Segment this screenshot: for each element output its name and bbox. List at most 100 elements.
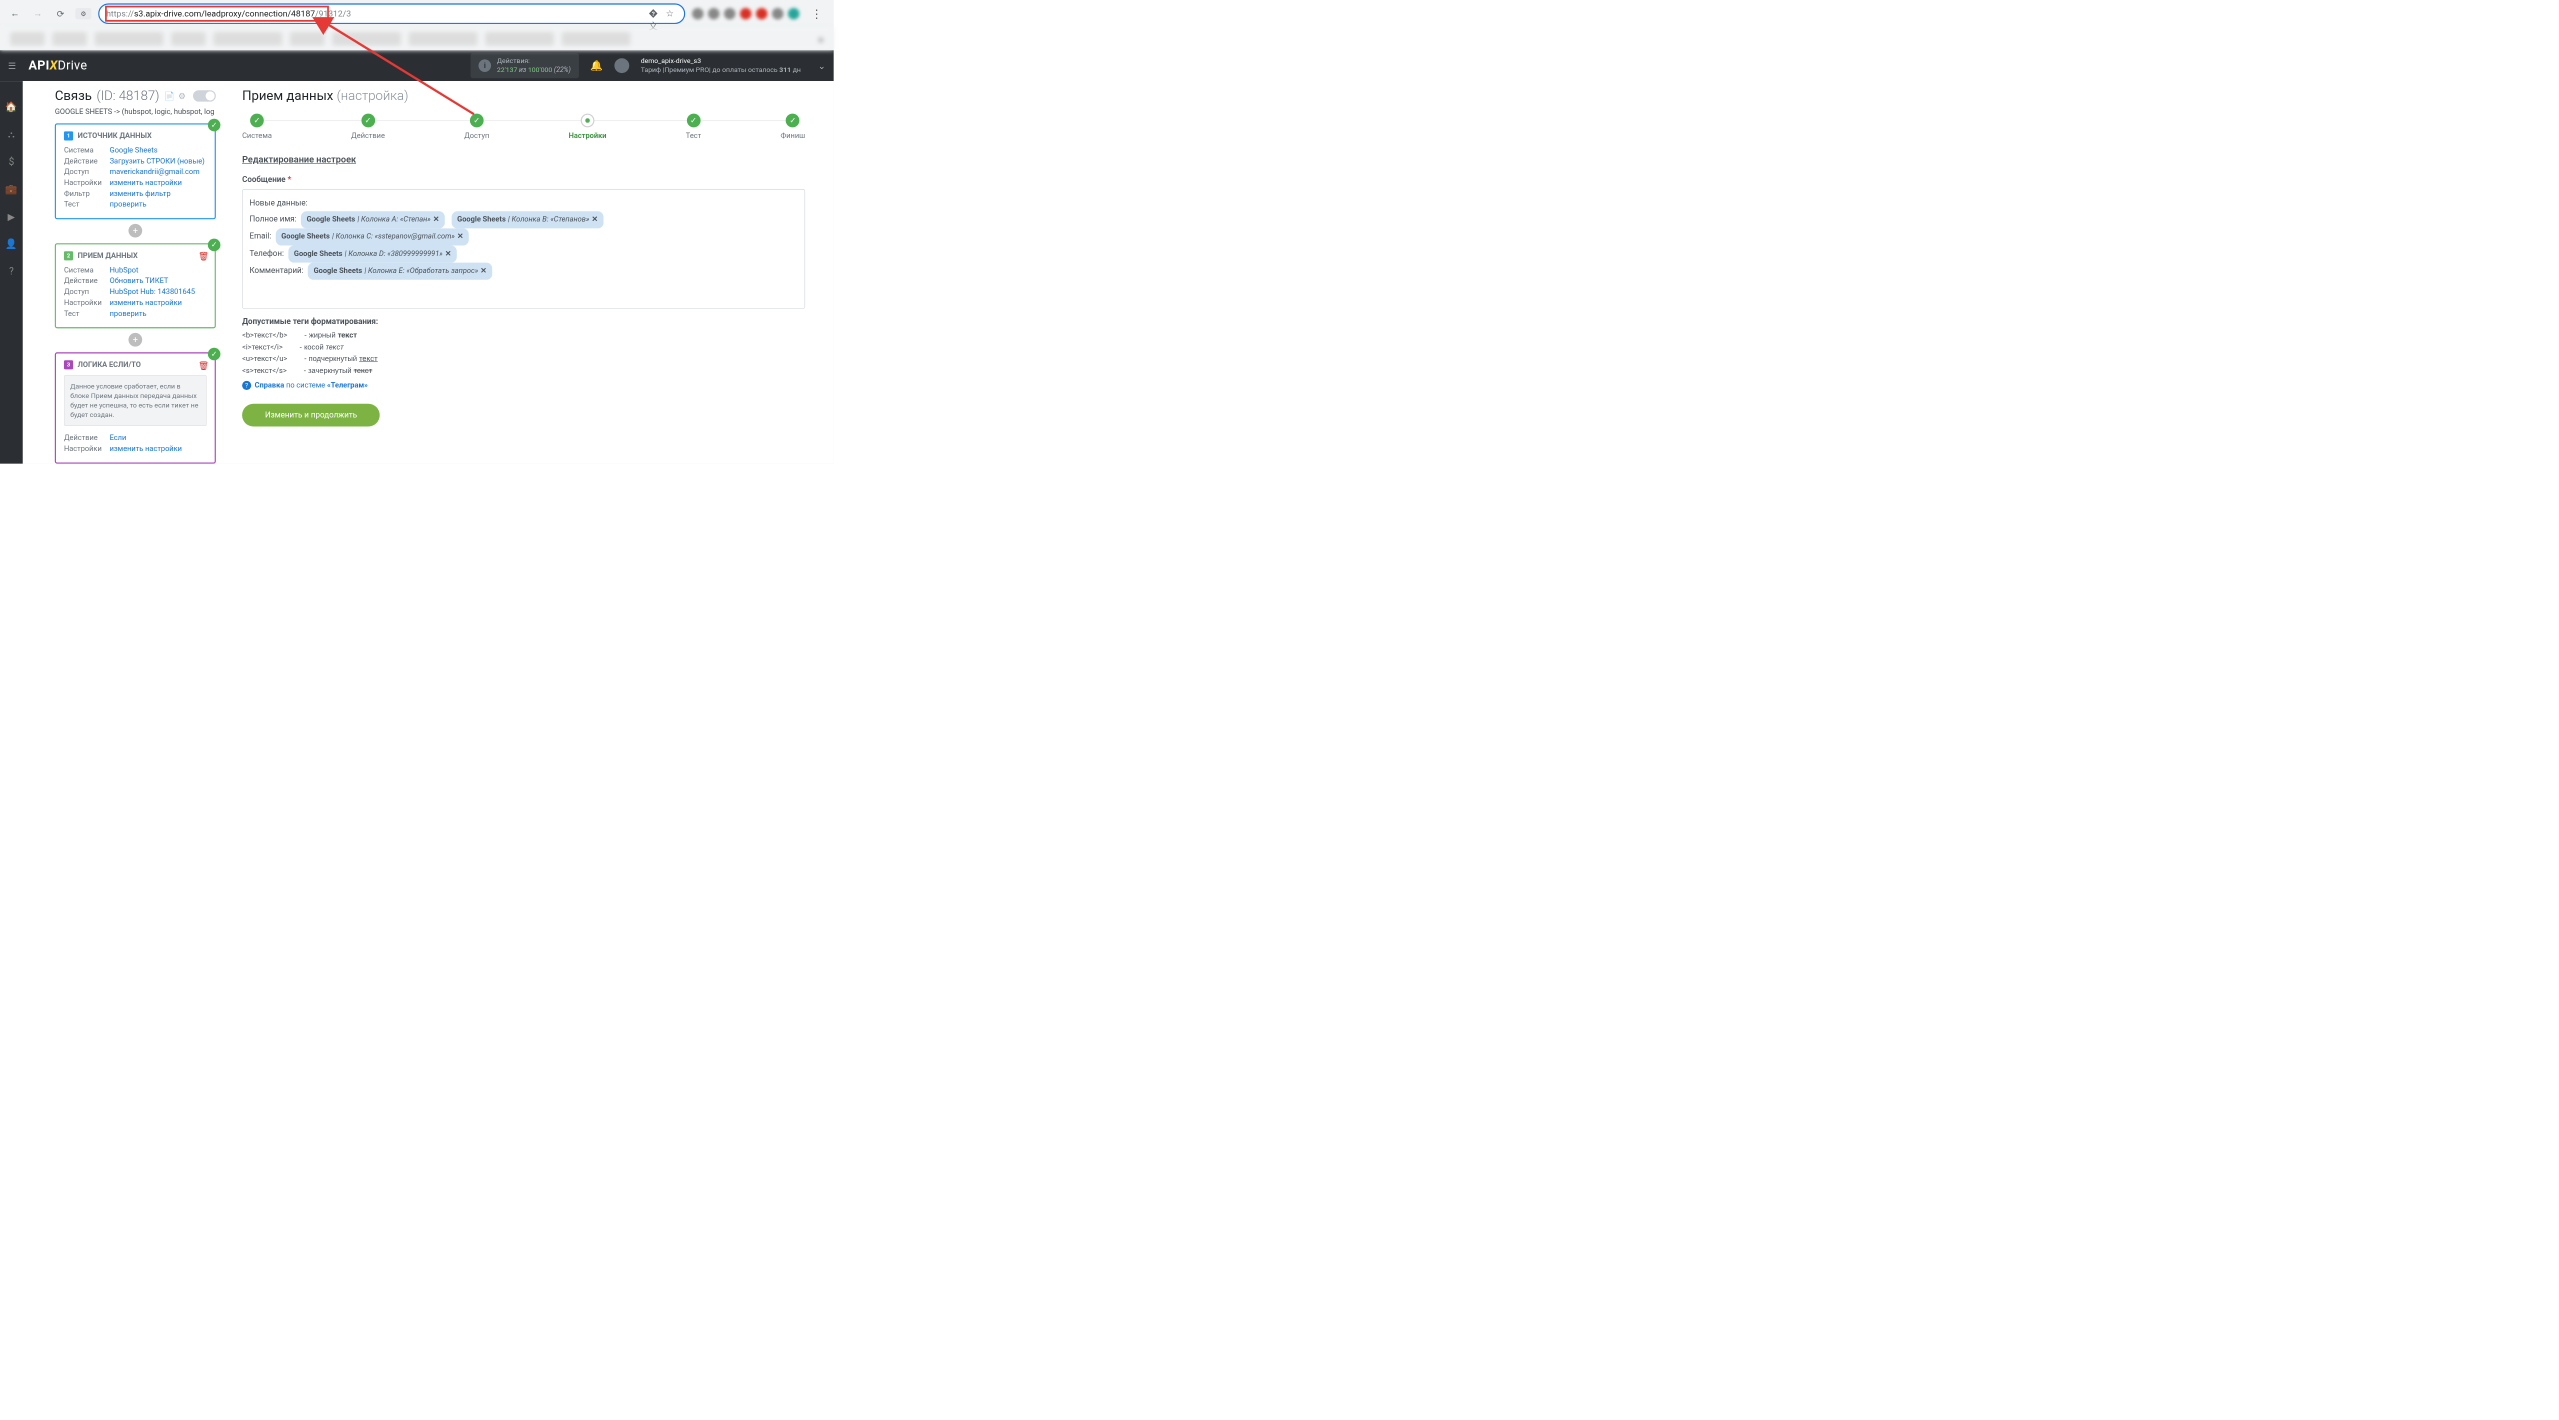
help-icon: ?	[242, 381, 251, 390]
card-link[interactable]: проверить	[110, 200, 147, 209]
remove-tag-icon[interactable]: ✕	[480, 264, 486, 279]
browser-menu-icon[interactable]: ⋮	[806, 7, 827, 21]
bookmarks-overflow-icon[interactable]: »	[818, 33, 823, 45]
delete-icon[interactable]: 🗑	[198, 251, 209, 261]
card-link[interactable]: HubSpot Hub: 143801645	[110, 288, 195, 297]
connection-title: Связь	[55, 88, 92, 103]
remove-tag-icon[interactable]: ✕	[457, 230, 463, 245]
variable-tag[interactable]: Google Sheets | Колонка B: «Степанов» ✕	[451, 211, 603, 228]
sidebar-panel: Связь (ID: 48187) 📄 ⚙ GOOGLE SHEETS -> (…	[23, 81, 229, 464]
bookmarks-bar: »	[0, 27, 834, 50]
step-Система[interactable]: ✓Система	[242, 114, 272, 141]
card-row: ДоступHubSpot Hub: 143801645	[64, 288, 207, 297]
connection-flow: GOOGLE SHEETS -> (hubspot, logic, hubspo…	[55, 108, 216, 117]
field-label: Сообщение *	[242, 175, 805, 184]
reload-button[interactable]: ⟳	[53, 6, 69, 22]
step-Настройки[interactable]: Настройки	[569, 114, 607, 141]
msg-line: Email: Google Sheets | Колонка C: «sstep…	[250, 228, 798, 245]
site-info-icon[interactable]: ⚙	[75, 8, 91, 19]
notifications-icon[interactable]: 🔔	[590, 60, 603, 72]
step-dot: ✓	[687, 114, 701, 128]
add-step-button[interactable]: +	[128, 333, 142, 347]
card-row: Настройкиизменить настройки	[64, 299, 207, 308]
card-link[interactable]: проверить	[110, 309, 147, 318]
card-link[interactable]: Google Sheets	[110, 146, 158, 155]
translate-icon[interactable]: �文	[649, 8, 660, 19]
card-link[interactable]: изменить настройки	[110, 179, 182, 188]
card-row: ДействиеЕсли	[64, 434, 207, 443]
card-row: Доступmaverickandrii@gmail.com	[64, 168, 207, 177]
billing-icon[interactable]: $	[9, 156, 14, 167]
msg-line: Полное имя: Google Sheets | Колонка A: «…	[250, 211, 798, 228]
address-bar[interactable]: https://s3.apix-drive.com/leadproxy/conn…	[98, 3, 685, 24]
logo[interactable]: APIXDrive	[29, 59, 88, 73]
variable-tag[interactable]: Google Sheets | Колонка D: «380999999991…	[288, 246, 457, 263]
remove-tag-icon[interactable]: ✕	[592, 212, 598, 227]
app-header: ☰ APIXDrive i Действия: 22'137 из 100'00…	[0, 50, 834, 81]
check-icon: ✓	[208, 119, 221, 132]
back-button[interactable]: ←	[7, 6, 23, 22]
step-Действие[interactable]: ✓Действие	[351, 114, 385, 141]
check-icon: ✓	[208, 239, 221, 252]
bookmark-star-icon[interactable]: ☆	[666, 8, 677, 19]
format-row: <s>текст</s> - зачеркнутый текст	[242, 365, 805, 377]
add-step-button[interactable]: +	[128, 224, 142, 238]
card-row: Фильтризменить фильтр	[64, 190, 207, 199]
hamburger-icon[interactable]: ☰	[8, 60, 22, 71]
remove-tag-icon[interactable]: ✕	[433, 212, 439, 227]
card-link[interactable]: Если	[110, 434, 127, 443]
avatar[interactable]	[614, 58, 629, 73]
step-Доступ[interactable]: ✓Доступ	[464, 114, 489, 141]
card-link[interactable]: изменить настройки	[110, 445, 182, 454]
step-Тест[interactable]: ✓Тест	[686, 114, 701, 141]
card-link[interactable]: maverickandrii@gmail.com	[110, 168, 200, 177]
remove-tag-icon[interactable]: ✕	[445, 247, 451, 262]
side-rail: 🏠 ⛬ $ 💼 ▶ 👤 ?	[0, 81, 23, 464]
help-link[interactable]: ? Справка по системе «Телеграм»	[242, 381, 805, 390]
actions-counter[interactable]: i Действия: 22'137 из 100'000 (22%)	[471, 53, 579, 78]
logic-card[interactable]: ✓ 🗑 3ЛОГИКА ЕСЛИ/ТО Данное условие срабо…	[55, 352, 216, 463]
video-icon[interactable]: ▶	[8, 211, 15, 222]
forward-button[interactable]: →	[30, 6, 46, 22]
home-icon[interactable]: 🏠	[5, 102, 17, 113]
card-row: СистемаHubSpot	[64, 266, 207, 275]
check-icon: ✓	[208, 348, 221, 361]
card-link[interactable]: Загрузить СТРОКИ (новые)	[110, 157, 205, 166]
destination-card[interactable]: ✓ 🗑 2ПРИЕМ ДАННЫХ СистемаHubSpotДействие…	[55, 243, 216, 328]
page-title: Прием данных (настройка)	[242, 88, 805, 103]
gear-icon[interactable]: ⚙	[178, 91, 186, 101]
message-editor[interactable]: Новые данные: Полное имя: Google Sheets …	[242, 189, 805, 309]
main-panel: Прием данных (настройка) ✓Система ✓Действ…	[228, 81, 833, 464]
format-row: <i>текст</i> - косой текст	[242, 341, 805, 353]
briefcase-icon[interactable]: 💼	[5, 184, 17, 195]
user-icon[interactable]: 👤	[5, 239, 17, 250]
connection-id: (ID: 48187)	[96, 88, 159, 103]
card-link[interactable]: HubSpot	[110, 266, 139, 275]
card-link[interactable]: изменить настройки	[110, 299, 182, 308]
card-link[interactable]: изменить фильтр	[110, 190, 171, 199]
msg-line: Телефон: Google Sheets | Колонка D: «380…	[250, 246, 798, 263]
connection-toggle[interactable]	[193, 90, 216, 101]
card-row: ДействиеОбновить ТИКЕТ	[64, 277, 207, 286]
variable-tag[interactable]: Google Sheets | Колонка E: «Обработать з…	[308, 263, 492, 280]
logic-note: Данное условие сработает, если в блоке П…	[64, 375, 207, 426]
source-card[interactable]: ✓ 1ИСТОЧНИК ДАННЫХ СистемаGoogle SheetsД…	[55, 123, 216, 219]
format-row: <b>текст</b> - жирный текст	[242, 329, 805, 341]
card-link[interactable]: Обновить ТИКЕТ	[110, 277, 169, 286]
card-title: ЛОГИКА ЕСЛИ/ТО	[78, 361, 141, 370]
step-Финиш[interactable]: ✓Финиш	[781, 114, 806, 141]
submit-button[interactable]: Изменить и продолжить	[242, 404, 380, 427]
card-title: ПРИЕМ ДАННЫХ	[78, 252, 138, 261]
variable-tag[interactable]: Google Sheets | Колонка C: «sstepanov@gm…	[276, 228, 470, 245]
connections-icon[interactable]: ⛬	[8, 129, 15, 140]
msg-line: Комментарий: Google Sheets | Колонка E: …	[250, 263, 798, 280]
chevron-down-icon[interactable]: ⌄	[818, 60, 826, 71]
card-row: Настройкиизменить настройки	[64, 179, 207, 188]
variable-tag[interactable]: Google Sheets | Колонка A: «Степан» ✕	[301, 211, 445, 228]
step-dot: ✓	[361, 114, 375, 128]
card-title: ИСТОЧНИК ДАННЫХ	[78, 132, 152, 141]
copy-icon[interactable]: 📄	[164, 91, 175, 101]
delete-icon[interactable]: 🗑	[198, 360, 209, 370]
user-menu[interactable]: demo_apix-drive_s3 Тариф |Премиум PRO| д…	[641, 57, 801, 75]
help-icon[interactable]: ?	[9, 266, 14, 277]
